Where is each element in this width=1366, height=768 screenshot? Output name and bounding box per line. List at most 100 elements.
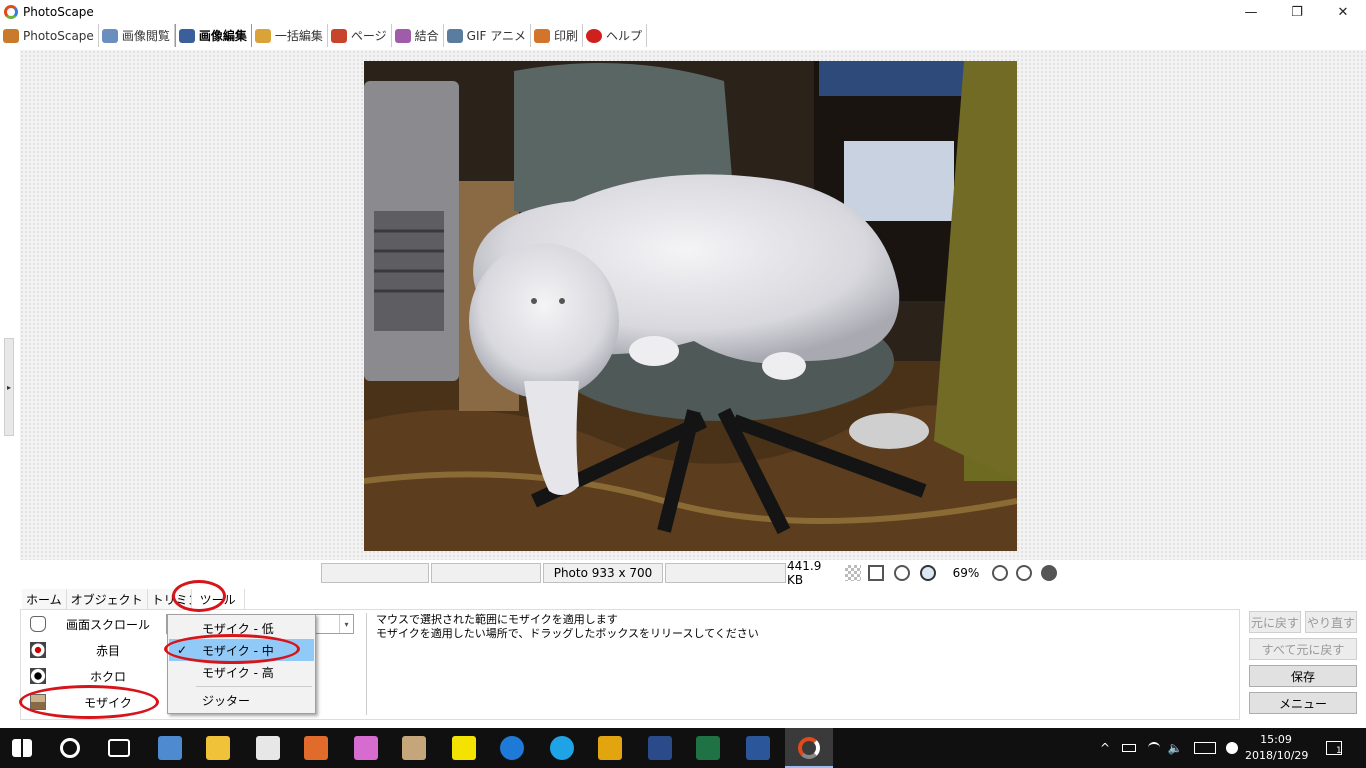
- file-size: 441.9 KB: [786, 559, 842, 587]
- dropdown-item-high[interactable]: モザイク - 高: [169, 661, 314, 683]
- clock-date: 2018/10/29: [1245, 749, 1309, 762]
- edited-photo[interactable]: [364, 61, 1017, 551]
- tab-photoscape[interactable]: PhotoScape: [0, 24, 99, 47]
- battery-icon[interactable]: [1120, 728, 1138, 768]
- mosaic-level-dropdown: モザイク - 低 ✓ モザイク - 中 モザイク - 高 ジッター: [167, 614, 316, 714]
- save-button[interactable]: 保存: [1249, 665, 1357, 687]
- status-box-1: [321, 563, 429, 583]
- actual-size-icon[interactable]: [894, 565, 910, 581]
- tab-help[interactable]: ヘルプ: [583, 24, 647, 47]
- keyboard-shape: [1194, 742, 1216, 754]
- tab-page[interactable]: ページ: [328, 24, 392, 47]
- zoom-fit-icon[interactable]: [920, 565, 936, 581]
- paint-palette-icon[interactable]: [402, 736, 426, 760]
- cat-photo-image: [364, 61, 1017, 551]
- tab-label: 結合: [414, 29, 439, 43]
- tab-gif-animation[interactable]: GIF アニメ: [444, 24, 531, 47]
- redo-button[interactable]: やり直す: [1305, 611, 1357, 633]
- subtab-object[interactable]: オブジェクト: [66, 589, 148, 609]
- tab-label: 一括編集: [274, 29, 323, 43]
- menu-button[interactable]: メニュー: [1249, 692, 1357, 714]
- ime-off-icon[interactable]: [1224, 728, 1240, 768]
- tab-print[interactable]: 印刷: [531, 24, 583, 47]
- help-icon: [585, 28, 602, 43]
- tab-label: 画像編集: [198, 29, 247, 43]
- undo-all-button[interactable]: すべて元に戻す: [1249, 638, 1357, 660]
- close-button[interactable]: ✕: [1320, 0, 1366, 24]
- tab-viewer[interactable]: 画像閲覧: [99, 24, 175, 47]
- tray-overflow-icon[interactable]: ^: [1096, 728, 1114, 768]
- zoom-out-icon[interactable]: [1016, 565, 1032, 581]
- battery-shape: [1122, 744, 1136, 752]
- subtab-home[interactable]: ホーム: [22, 589, 67, 609]
- window-controls: — ❐ ✕: [1228, 0, 1366, 24]
- wifi-icon[interactable]: [1145, 728, 1163, 768]
- internet-explorer-icon[interactable]: [550, 736, 574, 760]
- mole-icon: [30, 668, 46, 684]
- combine-tab-icon: [394, 28, 411, 43]
- description-line-2: モザイクを適用したい場所で、ドラッグしたボックスをリリースしてください: [376, 627, 759, 640]
- minimize-button[interactable]: —: [1228, 0, 1274, 24]
- toolbox-app-icon[interactable]: [304, 736, 328, 760]
- fit-screen-icon[interactable]: [868, 565, 884, 581]
- keyboard-icon[interactable]: [1192, 728, 1218, 768]
- clock-time: 15:09: [1260, 733, 1292, 746]
- zoom-in-icon[interactable]: [992, 565, 1008, 581]
- photoscape-taskbar-icon: [798, 737, 820, 759]
- photoscape-logo-icon: [4, 5, 18, 19]
- status-box-2: [431, 563, 541, 583]
- excel-icon[interactable]: [696, 736, 720, 760]
- tab-combine[interactable]: 結合: [392, 24, 444, 47]
- left-panel-toggle[interactable]: ▸: [4, 338, 14, 436]
- panel-divider: [366, 613, 367, 715]
- window-title: PhotoScape: [23, 5, 94, 19]
- tool-red-eye[interactable]: 赤目: [30, 638, 170, 662]
- transparency-icon[interactable]: [845, 565, 861, 581]
- image-dimensions: Photo 933 x 700: [543, 563, 663, 583]
- sticky-notes-icon[interactable]: [452, 736, 476, 760]
- tab-label: 印刷: [553, 29, 578, 43]
- file-explorer-icon[interactable]: [206, 736, 230, 760]
- orange-app-icon[interactable]: [598, 736, 622, 760]
- calculator-app-icon[interactable]: [648, 736, 672, 760]
- red-eye-icon: [30, 642, 46, 658]
- paint-app-icon[interactable]: [354, 736, 378, 760]
- explorer-app-icon[interactable]: [158, 736, 182, 760]
- description-line-1: マウスで選択された範囲にモザイクを適用します: [376, 613, 618, 626]
- tool-scroll[interactable]: 画面スクロール: [30, 612, 170, 636]
- tab-label: PhotoScape: [23, 28, 94, 43]
- volume-icon[interactable]: 🔈: [1166, 728, 1184, 768]
- info-icon[interactable]: [1041, 565, 1057, 581]
- hand-icon: [30, 616, 46, 632]
- store-icon[interactable]: [256, 736, 280, 760]
- photoscape-tab-icon: [3, 28, 19, 43]
- tab-label: ヘルプ: [605, 29, 642, 43]
- print-tab-icon: [533, 28, 550, 43]
- tab-editor[interactable]: 画像編集: [174, 24, 252, 47]
- main-tab-bar: PhotoScape 画像閲覧 画像編集 一括編集 ページ 結合 GIF アニメ…: [0, 24, 1366, 47]
- windows-taskbar: ^ 🔈 15:09 2018/10/29 1: [0, 728, 1366, 768]
- page-tab-icon: [330, 28, 347, 43]
- ime-shape: [1226, 742, 1238, 754]
- editor-tab-icon: [178, 28, 195, 43]
- word-icon[interactable]: [746, 736, 770, 760]
- cortana-search-icon[interactable]: [60, 738, 80, 758]
- tab-batch-editor[interactable]: 一括編集: [252, 24, 328, 47]
- chevron-down-icon[interactable]: ▾: [339, 615, 353, 633]
- system-clock[interactable]: 15:09 2018/10/29: [1245, 732, 1309, 764]
- dropdown-item-jitter[interactable]: ジッター: [169, 689, 314, 711]
- status-box-4: [665, 563, 786, 583]
- task-view-icon[interactable]: [108, 739, 130, 757]
- undo-button[interactable]: 元に戻す: [1249, 611, 1301, 633]
- annotation-circle-mosaic-medium: [164, 634, 300, 664]
- edge-browser-icon[interactable]: [500, 736, 524, 760]
- tab-label: ページ: [350, 29, 387, 43]
- tab-label: 画像閲覧: [121, 29, 170, 43]
- tool-label: ホクロ: [89, 669, 126, 684]
- notification-center[interactable]: 1: [1322, 728, 1346, 768]
- maximize-button[interactable]: ❐: [1274, 0, 1320, 24]
- tab-label: GIF アニメ: [466, 29, 526, 43]
- annotation-circle-mosaic-tool: [19, 685, 159, 719]
- photoscape-taskbar-active[interactable]: [785, 728, 833, 768]
- windows-start-icon[interactable]: [12, 739, 32, 757]
